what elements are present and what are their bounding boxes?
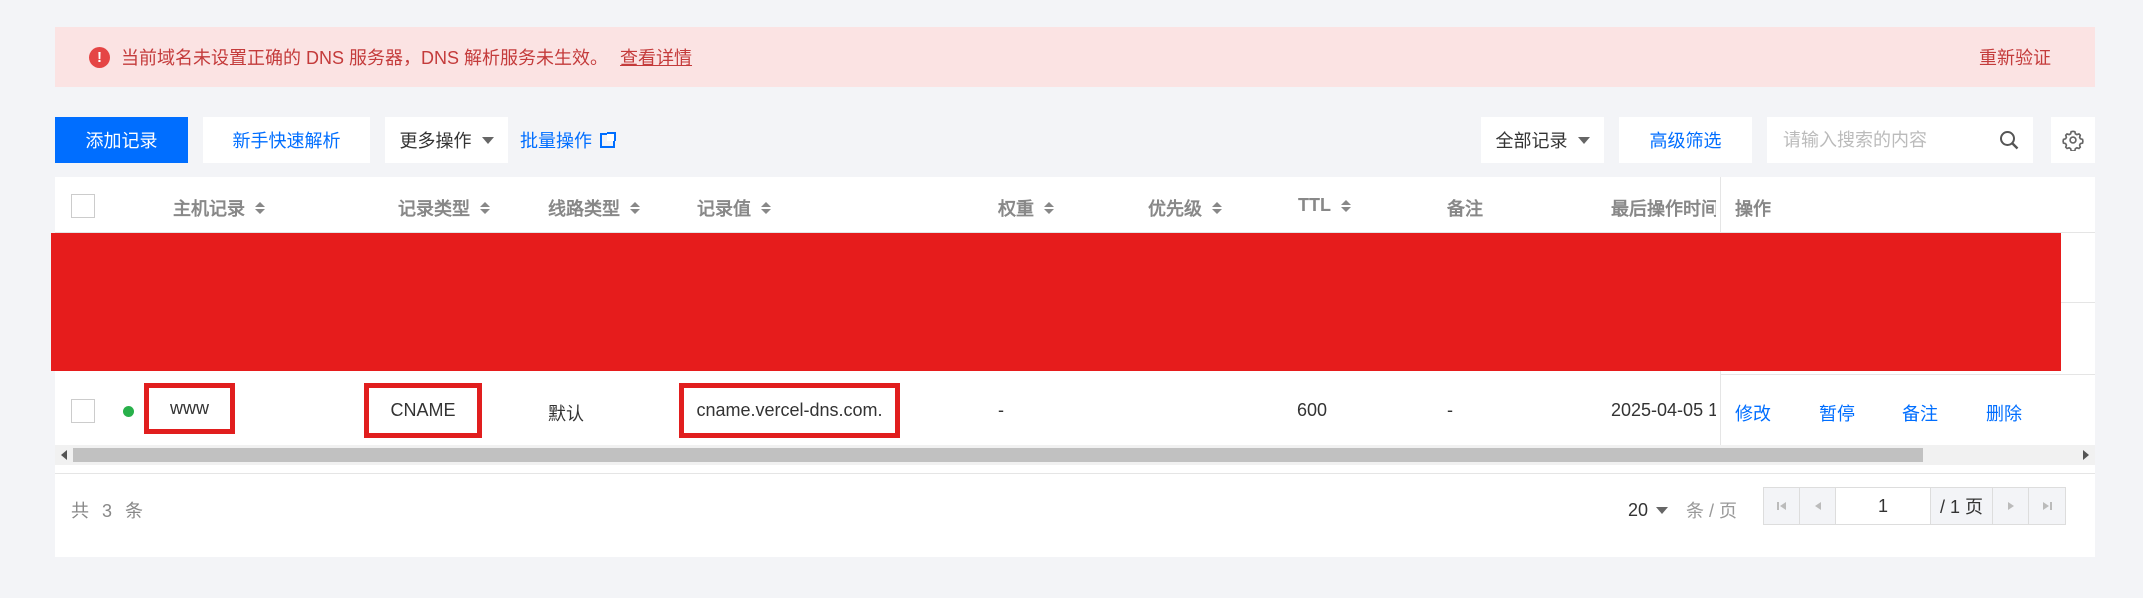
quick-parse-button[interactable]: 新手快速解析: [203, 117, 370, 163]
column-header-weight[interactable]: 权重: [998, 195, 1054, 221]
last-page-button[interactable]: [2029, 488, 2065, 524]
line-cell: 默认: [548, 404, 584, 424]
scroll-left-icon[interactable]: [61, 450, 67, 460]
pause-record-link[interactable]: 暂停: [1819, 400, 1855, 426]
table-header: 主机记录 记录类型 线路类型 记录值 权重 优先级 TTL 备注 最后操作时间 …: [55, 177, 2095, 233]
prev-page-icon: [1814, 502, 1821, 510]
row-checkbox[interactable]: [71, 399, 95, 423]
remark-record-link[interactable]: 备注: [1902, 400, 1938, 426]
view-details-link[interactable]: 查看详情: [620, 44, 692, 70]
batch-ops-link[interactable]: 批量操作: [520, 117, 620, 163]
sort-icon: [1341, 199, 1351, 212]
error-info-icon: !: [89, 46, 110, 68]
column-header-label: 最后操作时间: [1611, 199, 1716, 219]
gear-icon: [2062, 130, 2084, 151]
remark-cell: -: [1447, 400, 1453, 420]
column-header-label: 线路类型: [548, 199, 620, 219]
first-page-button[interactable]: [1764, 488, 1800, 524]
sort-icon: [255, 202, 265, 214]
column-header-label: 主机记录: [173, 199, 245, 219]
sort-icon: [1212, 202, 1222, 214]
column-header-label: 备注: [1447, 199, 1483, 219]
search-icon[interactable]: [1999, 130, 2019, 150]
column-header-value[interactable]: 记录值: [697, 195, 771, 221]
edit-record-link[interactable]: 修改: [1735, 400, 1771, 426]
total-count: 共 3 条: [71, 501, 148, 521]
advanced-filter-button[interactable]: 高级筛选: [1619, 117, 1752, 163]
dns-warning-banner: ! 当前域名未设置正确的 DNS 服务器，DNS 解析服务未生效。 查看详情 重…: [55, 27, 2095, 87]
footer-divider: [55, 473, 2095, 474]
select-all-checkbox[interactable]: [71, 194, 95, 218]
column-header-last-modified: 最后操作时间: [1611, 195, 1716, 221]
dns-records-table: 主机记录 记录类型 线路类型 记录值 权重 优先级 TTL 备注 最后操作时间 …: [51, 177, 2095, 557]
page-size-unit: 条 / 页: [1686, 501, 1738, 521]
page-size-select[interactable]: 20 条 / 页: [1628, 497, 1737, 523]
sort-icon: [761, 202, 771, 214]
column-header-label: 操作: [1735, 199, 1771, 219]
ttl-cell: 600: [1297, 400, 1328, 420]
record-filter-label: 全部记录: [1495, 131, 1568, 151]
total-pages: / 1 页: [1931, 488, 1993, 524]
redacted-rows: [51, 233, 2061, 371]
first-page-icon: [1776, 502, 1786, 510]
column-header-label: 优先级: [1148, 199, 1202, 219]
column-header-line[interactable]: 线路类型: [548, 195, 640, 221]
next-page-icon: [2007, 502, 2014, 510]
horizontal-scrollbar[interactable]: [55, 445, 2095, 465]
column-header-actions: 操作: [1735, 195, 1771, 221]
chevron-down-icon: [481, 136, 494, 144]
pagination: / 1 页: [1763, 487, 2066, 525]
more-ops-dropdown[interactable]: 更多操作: [385, 117, 508, 163]
column-header-label: 记录类型: [398, 199, 470, 219]
external-link-icon: [600, 131, 616, 148]
row-divider: [1720, 374, 2095, 375]
delete-record-link[interactable]: 删除: [1986, 400, 2022, 426]
last-modified-cell: 2025-04-05 1: [1611, 400, 1716, 420]
column-header-type[interactable]: 记录类型: [398, 195, 490, 221]
scroll-thumb[interactable]: [73, 448, 1923, 462]
last-page-icon: [2043, 502, 2052, 510]
next-page-button[interactable]: [1993, 488, 2029, 524]
search-box: [1767, 117, 2033, 163]
sort-icon: [630, 202, 640, 214]
settings-button[interactable]: [2051, 117, 2095, 163]
column-header-remark: 备注: [1447, 195, 1483, 221]
search-input[interactable]: [1783, 129, 1983, 151]
type-cell: CNAME: [364, 383, 482, 438]
column-header-ttl[interactable]: TTL: [1298, 195, 1351, 216]
column-header-label: 记录值: [697, 199, 751, 219]
reverify-link[interactable]: 重新验证: [1979, 44, 2051, 70]
column-header-label: TTL: [1298, 195, 1331, 215]
chevron-down-icon: [1577, 136, 1590, 144]
chevron-down-icon: [1656, 506, 1669, 514]
page-size-value: 20: [1628, 499, 1649, 520]
value-cell: cname.vercel-dns.com.: [679, 383, 900, 438]
host-cell: www: [144, 383, 235, 434]
weight-cell: -: [998, 400, 1004, 420]
column-header-label: 权重: [998, 199, 1034, 219]
batch-ops-label: 批量操作: [520, 131, 592, 151]
page-number-input[interactable]: [1836, 488, 1931, 524]
sort-icon: [480, 202, 490, 214]
scroll-right-icon[interactable]: [2083, 450, 2089, 460]
record-filter-dropdown[interactable]: 全部记录: [1481, 117, 1604, 163]
status-enabled-dot: [123, 406, 134, 417]
add-record-button[interactable]: 添加记录: [55, 117, 188, 163]
column-header-priority[interactable]: 优先级: [1148, 195, 1222, 221]
sort-icon: [1044, 202, 1054, 214]
alert-message: 当前域名未设置正确的 DNS 服务器，DNS 解析服务未生效。: [121, 48, 609, 68]
column-header-host[interactable]: 主机记录: [173, 195, 265, 221]
prev-page-button[interactable]: [1800, 488, 1836, 524]
more-ops-label: 更多操作: [399, 131, 472, 151]
